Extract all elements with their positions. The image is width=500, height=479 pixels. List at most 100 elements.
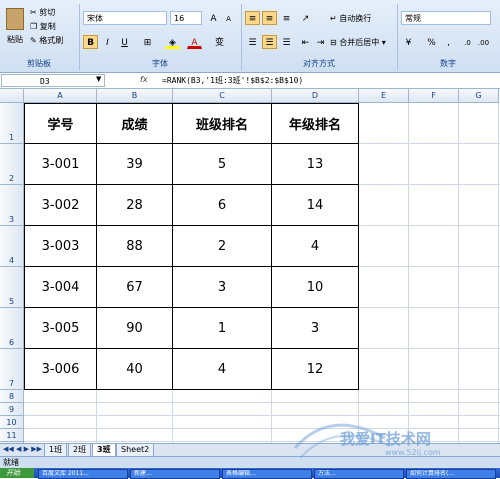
orientation-icon[interactable]: ↗	[298, 11, 313, 25]
table-header-cell[interactable]: 班级排名	[173, 103, 272, 144]
font-color-icon[interactable]: A	[187, 35, 202, 49]
table-cell[interactable]: 5	[173, 144, 272, 185]
wrap-text-button[interactable]: ↵ 自动换行	[330, 13, 371, 24]
table-cell[interactable]: 40	[97, 349, 173, 390]
table-cell[interactable]: 88	[97, 226, 173, 267]
row-header[interactable]: 10	[0, 416, 24, 429]
wrap-label: 自动换行	[339, 14, 372, 23]
row-header[interactable]: 11	[0, 429, 24, 442]
name-box[interactable]: D3	[1, 74, 105, 87]
number-group-label: 数字	[440, 59, 456, 68]
table-cell[interactable]: 3	[173, 267, 272, 308]
grid-line	[408, 103, 409, 443]
table-cell[interactable]: 4	[173, 349, 272, 390]
table-header-cell[interactable]: 年级排名	[272, 103, 359, 144]
table-cell[interactable]: 13	[272, 144, 359, 185]
table-header-cell[interactable]: 学号	[24, 103, 97, 144]
column-header[interactable]: G	[459, 89, 499, 103]
column-header[interactable]: D	[272, 89, 359, 103]
table-cell[interactable]: 4	[272, 226, 359, 267]
number-format-select[interactable]: 常规	[401, 11, 491, 25]
table-cell[interactable]: 3-001	[24, 144, 97, 185]
tab-nav-arrows-icon[interactable]: ◀◀ ◀ ▶ ▶▶	[3, 445, 42, 453]
sheet-tab-bar: ◀◀ ◀ ▶ ▶▶ 1班 2班 3班 Sheet2	[0, 443, 500, 457]
start-button[interactable]: 开始	[0, 468, 34, 478]
shrink-font-button[interactable]: A	[221, 11, 236, 25]
align-right-icon[interactable]: ☰	[279, 35, 294, 49]
percent-label: %	[427, 38, 436, 48]
row-header[interactable]: 2	[0, 144, 24, 185]
table-header-cell[interactable]: 成绩	[97, 103, 173, 144]
table-cell[interactable]: 12	[272, 349, 359, 390]
table-cell[interactable]: 28	[97, 185, 173, 226]
table-cell[interactable]: 39	[97, 144, 173, 185]
table-cell[interactable]: 6	[173, 185, 272, 226]
fx-icon[interactable]: fx	[140, 75, 148, 84]
cut-label: 剪切	[39, 8, 56, 17]
font-name-select[interactable]: 宋体	[83, 11, 167, 25]
align-middle-icon[interactable]: ≡	[262, 11, 277, 25]
copy-label: 复制	[39, 22, 56, 31]
row-header[interactable]: 1	[0, 103, 24, 144]
fill-color-icon[interactable]: ◈	[165, 35, 180, 49]
column-header[interactable]: A	[24, 89, 97, 103]
table-cell[interactable]: 3-004	[24, 267, 97, 308]
row-header[interactable]: 3	[0, 185, 24, 226]
comma-button[interactable]: ,	[441, 35, 456, 49]
table-cell[interactable]: 67	[97, 267, 173, 308]
table-cell[interactable]: 3-002	[24, 185, 97, 226]
percent-button[interactable]: %	[424, 35, 439, 49]
table-cell[interactable]: 3-003	[24, 226, 97, 267]
table-cell[interactable]: 3-005	[24, 308, 97, 349]
taskbar: 开始 百度文库 2011... 新建... 表格编辑... 方法... 如何计算排名(.…	[0, 468, 500, 479]
table-cell[interactable]: 2	[173, 226, 272, 267]
font-size-select[interactable]: 16	[170, 11, 202, 25]
copy-button[interactable]: ❐ 复制	[30, 21, 56, 32]
row-header[interactable]: 5	[0, 267, 24, 308]
grow-font-button[interactable]: A	[206, 11, 221, 25]
row-header[interactable]: 6	[0, 308, 24, 349]
increase-decimal-icon[interactable]: .0	[460, 35, 475, 49]
scissors-icon: ✂	[30, 8, 37, 17]
decrease-indent-icon[interactable]: ⇤	[298, 35, 313, 49]
shrink-font-label: A	[226, 15, 231, 23]
increase-indent-icon[interactable]: ⇥	[313, 35, 328, 49]
cut-button[interactable]: ✂ 剪切	[30, 7, 55, 18]
column-header[interactable]: E	[359, 89, 409, 103]
borders-icon[interactable]: ⊞	[140, 35, 155, 49]
paste-button[interactable]: 粘贴	[4, 6, 26, 50]
table-cell[interactable]: 90	[97, 308, 173, 349]
table-cell[interactable]: 3-006	[24, 349, 97, 390]
column-header[interactable]: B	[97, 89, 173, 103]
table-cell[interactable]: 3	[272, 308, 359, 349]
merge-center-button[interactable]: ⊟ 合并后居中 ▾	[330, 37, 386, 48]
column-header[interactable]: F	[409, 89, 459, 103]
row-header[interactable]: 8	[0, 390, 24, 403]
bold-button[interactable]: B	[83, 35, 98, 49]
decrease-decimal-icon[interactable]: .00	[476, 35, 491, 49]
row-header[interactable]: 9	[0, 403, 24, 416]
column-header[interactable]: C	[173, 89, 272, 103]
row-header[interactable]: 4	[0, 226, 24, 267]
underline-label: U	[121, 38, 128, 48]
italic-button[interactable]: I	[100, 35, 115, 49]
align-top-icon[interactable]: ≡	[245, 11, 260, 25]
phonetic-icon[interactable]: 变	[212, 35, 227, 49]
currency-icon[interactable]: ¥	[401, 35, 416, 49]
row-header[interactable]: 7	[0, 349, 24, 390]
format-painter-button[interactable]: ✎ 格式刷	[30, 35, 63, 46]
font-group-label: 字体	[152, 59, 168, 68]
table-cell[interactable]: 10	[272, 267, 359, 308]
align-center-icon[interactable]: ☰	[262, 35, 277, 49]
align-bottom-icon[interactable]: ≡	[279, 11, 294, 25]
formula-input[interactable]: =RANK(B3,'1班:3班'!$B$2:$B$10)	[162, 75, 303, 86]
paste-label: 粘贴	[7, 35, 23, 44]
select-all-corner[interactable]	[0, 89, 24, 103]
grid-line	[24, 441, 500, 442]
table-cell[interactable]: 1	[173, 308, 272, 349]
table-cell[interactable]: 14	[272, 185, 359, 226]
underline-button[interactable]: U	[117, 35, 132, 49]
align-left-icon[interactable]: ☰	[245, 35, 260, 49]
name-box-dropdown-icon[interactable]: ▼	[96, 75, 101, 83]
grid-line	[458, 103, 459, 443]
